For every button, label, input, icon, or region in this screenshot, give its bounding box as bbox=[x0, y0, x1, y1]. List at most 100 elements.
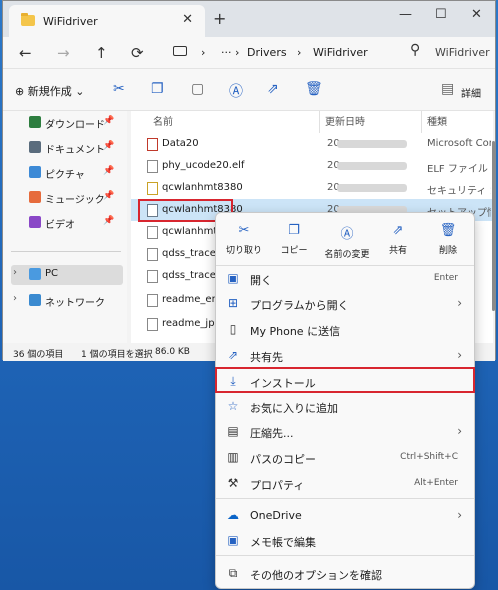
details-icon[interactable]: ▤ bbox=[441, 81, 454, 97]
menu-item-label: お気に入りに追加 bbox=[250, 402, 338, 415]
column-header-name[interactable]: 名前 bbox=[153, 113, 173, 128]
share-icon[interactable]: ⇗ bbox=[267, 81, 279, 97]
search-icon: ⚲ bbox=[410, 42, 421, 58]
sidebar-item-documents[interactable]: ドキュメント 📌 bbox=[11, 138, 123, 158]
document-icon bbox=[29, 141, 41, 153]
refresh-button[interactable]: ⟳ bbox=[131, 44, 144, 62]
breadcrumb-wifidriver[interactable]: WiFidriver bbox=[313, 46, 368, 59]
sidebar-item-music[interactable]: ミュージック 📌 bbox=[11, 188, 123, 208]
table-row[interactable]: qcwlanhmt8380 20 セキュリティ カタ bbox=[131, 177, 493, 199]
selected-count: 1 個の項目を選択 bbox=[81, 350, 153, 360]
sidebar-item-network[interactable]: › ネットワーク bbox=[11, 291, 123, 311]
breadcrumb-drivers[interactable]: Drivers bbox=[247, 46, 287, 59]
file-icon bbox=[147, 294, 158, 307]
pin-icon: 📌 bbox=[103, 191, 115, 201]
chevron-right-icon: › bbox=[457, 508, 462, 522]
new-tab-button[interactable]: + bbox=[213, 9, 226, 28]
copy-button[interactable]: ❐ コピー bbox=[270, 219, 318, 263]
maximize-button[interactable]: ☐ bbox=[435, 7, 447, 22]
open-icon: ▣ bbox=[227, 271, 239, 285]
menu-item-open-with[interactable]: ⊞ プログラムから開く › bbox=[216, 291, 474, 317]
copy-path-icon: ▥ bbox=[227, 450, 239, 464]
menu-item-send-to-phone[interactable]: ▯ My Phone に送信 bbox=[216, 317, 474, 343]
highlight-install bbox=[215, 367, 475, 393]
menu-item-onedrive[interactable]: ☁ OneDrive › bbox=[216, 503, 474, 529]
open-with-icon: ⊞ bbox=[227, 296, 239, 310]
menu-item-compress[interactable]: ▤ 圧縮先... › bbox=[216, 419, 474, 445]
menu-item-add-favorite[interactable]: ☆ お気に入りに追加 bbox=[216, 394, 474, 420]
rename-icon[interactable]: Ⓐ bbox=[229, 81, 243, 101]
file-icon bbox=[147, 248, 158, 261]
paste-icon[interactable]: ▢ bbox=[191, 81, 204, 97]
redacted-date bbox=[337, 140, 407, 148]
menu-divider bbox=[216, 498, 474, 499]
share-label: 共有 bbox=[388, 246, 407, 256]
delete-button[interactable]: 🗑 削除 bbox=[424, 219, 472, 263]
sidebar-item-pictures[interactable]: ピクチャ 📌 bbox=[11, 163, 123, 183]
sidebar-divider bbox=[11, 251, 121, 252]
sidebar-item-pc[interactable]: › PC bbox=[11, 265, 123, 285]
download-icon bbox=[29, 116, 41, 128]
file-name: phy_ucode20.elf bbox=[162, 160, 245, 171]
file-icon bbox=[147, 226, 158, 239]
sidebar-item-label: ミュージック bbox=[45, 195, 105, 206]
file-name: readme_jp bbox=[162, 318, 215, 329]
menu-item-label: 共有先 bbox=[250, 351, 283, 364]
folder-icon bbox=[21, 13, 35, 26]
close-window-button[interactable]: ✕ bbox=[471, 7, 482, 22]
cut-icon[interactable]: ✂ bbox=[113, 81, 125, 97]
notepad-icon: ▣ bbox=[227, 533, 239, 547]
back-button[interactable]: ← bbox=[19, 44, 32, 62]
zip-icon: ▤ bbox=[227, 424, 239, 438]
breadcrumb-separator: › bbox=[201, 46, 206, 59]
pc-icon bbox=[173, 46, 187, 56]
menu-item-edit-notepad[interactable]: ▣ メモ帳で編集 bbox=[216, 528, 474, 554]
menu-item-label: OneDrive bbox=[250, 509, 302, 522]
cut-button[interactable]: ✂ 切り取り bbox=[220, 219, 268, 263]
copy-icon[interactable]: ❐ bbox=[151, 81, 164, 97]
chevron-right-icon[interactable]: › bbox=[13, 293, 17, 304]
file-icon bbox=[147, 270, 158, 283]
share-button[interactable]: ⇗ 共有 bbox=[374, 219, 422, 263]
forward-button[interactable]: → bbox=[57, 44, 70, 62]
breadcrumb-ellipsis[interactable]: ··· bbox=[221, 46, 232, 59]
vertical-scrollbar[interactable] bbox=[492, 141, 495, 311]
sidebar-item-downloads[interactable]: ダウンロード 📌 bbox=[11, 113, 123, 133]
minimize-button[interactable]: — bbox=[399, 7, 412, 22]
sidebar-item-videos[interactable]: ビデオ 📌 bbox=[11, 213, 123, 233]
column-divider bbox=[421, 111, 422, 133]
chevron-right-icon[interactable]: › bbox=[13, 267, 17, 278]
delete-icon[interactable]: 🗑 bbox=[305, 81, 323, 97]
table-row[interactable]: phy_ucode20.elf 20 ELF ファイル bbox=[131, 155, 493, 177]
menu-item-share-with[interactable]: ⇗ 共有先 › bbox=[216, 343, 474, 369]
up-button[interactable]: ↑ bbox=[95, 44, 108, 62]
pin-icon: 📌 bbox=[103, 141, 115, 151]
sidebar-item-label: ピクチャ bbox=[45, 170, 85, 181]
tab-close-button[interactable]: ✕ bbox=[182, 12, 193, 27]
details-label[interactable]: 詳細 bbox=[461, 85, 481, 100]
new-button[interactable]: ⊕ 新規作成 ⌄ bbox=[15, 83, 84, 99]
rename-label: 名前の変更 bbox=[324, 250, 370, 260]
column-header-type[interactable]: 種類 bbox=[427, 113, 447, 128]
more-options-icon: ⧉ bbox=[228, 566, 238, 580]
search-input[interactable]: WiFidriver bbox=[435, 46, 490, 59]
menu-item-properties[interactable]: ⚒ プロパティ Alt+Enter bbox=[216, 471, 474, 497]
tab-wifidriver[interactable]: WiFidriver ✕ bbox=[9, 5, 205, 37]
breadcrumb-separator: › bbox=[297, 46, 302, 59]
menu-item-more-options[interactable]: ⧉ その他のオプションを確認 bbox=[216, 561, 474, 587]
picture-icon bbox=[29, 166, 41, 178]
menu-item-open[interactable]: ▣ 開く Enter bbox=[216, 266, 474, 292]
file-name: qcwlanhmt8380 bbox=[162, 182, 243, 193]
title-bar: WiFidriver ✕ + — ☐ ✕ bbox=[3, 1, 495, 37]
rename-button[interactable]: Ⓐ 名前の変更 bbox=[320, 219, 374, 263]
rename-icon: Ⓐ bbox=[340, 227, 354, 242]
copy-label: コピー bbox=[280, 246, 308, 256]
navigation-pane: ダウンロード 📌 ドキュメント 📌 ピクチャ 📌 ミュージック 📌 ビデオ 📌 … bbox=[3, 111, 127, 343]
menu-item-label: パスのコピー bbox=[250, 453, 316, 466]
menu-shortcut: Alt+Enter bbox=[414, 478, 458, 488]
pin-icon: 📌 bbox=[103, 216, 115, 226]
table-row[interactable]: Data20 20 Microsoft Com bbox=[131, 133, 493, 155]
menu-item-copy-path[interactable]: ▥ パスのコピー Ctrl+Shift+C bbox=[216, 445, 474, 471]
column-header-date[interactable]: 更新日時 bbox=[325, 113, 365, 128]
item-count: 36 個の項目 bbox=[13, 350, 64, 360]
